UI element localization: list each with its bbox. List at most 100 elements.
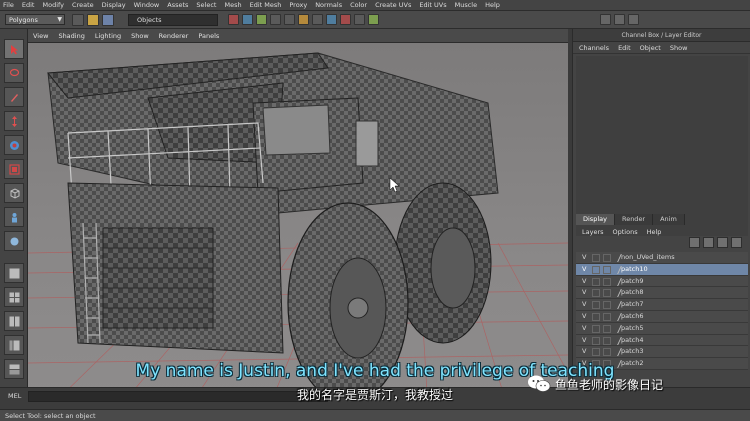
playback-toggle[interactable]	[592, 254, 600, 262]
menu-muscle[interactable]: Muscle	[455, 0, 478, 11]
ipr-render-icon[interactable]	[354, 14, 365, 25]
visibility-toggle[interactable]: V	[582, 323, 586, 334]
menu-edit-uvs[interactable]: Edit UVs	[419, 0, 446, 11]
menu-file[interactable]: File	[3, 0, 14, 11]
playback-toggle[interactable]	[592, 289, 600, 298]
move-tool-button[interactable]	[4, 111, 24, 131]
visibility-toggle[interactable]: V	[582, 264, 586, 275]
save-scene-icon[interactable]	[102, 14, 114, 26]
layer-menu-layers[interactable]: Layers	[582, 228, 604, 236]
display-type-toggle[interactable]	[603, 289, 611, 298]
viewport-menu-shading[interactable]: Shading	[58, 32, 84, 40]
visibility-toggle[interactable]: V	[582, 276, 586, 287]
channel-menu-channels[interactable]: Channels	[579, 44, 609, 52]
viewport-menu-view[interactable]: View	[33, 32, 48, 40]
display-type-toggle[interactable]	[603, 301, 611, 310]
command-language-label[interactable]: MEL	[8, 392, 21, 400]
select-by-component-icon[interactable]	[256, 14, 267, 25]
toggle-tool-settings-icon[interactable]	[614, 14, 625, 25]
channel-menu-object[interactable]: Object	[640, 44, 661, 52]
side-by-side-layout-button[interactable]	[4, 311, 24, 331]
display-type-toggle[interactable]	[603, 312, 611, 321]
visibility-toggle[interactable]: V	[582, 346, 586, 357]
visibility-toggle[interactable]: V	[582, 287, 586, 298]
tab-anim[interactable]: Anim	[653, 214, 685, 225]
lasso-tool-button[interactable]	[4, 63, 24, 83]
menu-select[interactable]: Select	[196, 0, 216, 11]
toggle-channel-box-icon[interactable]	[628, 14, 639, 25]
layer-row[interactable]: V patch4	[576, 334, 748, 347]
viewport-menu-renderer[interactable]: Renderer	[159, 32, 189, 40]
menu-help[interactable]: Help	[485, 0, 500, 11]
viewport-menu-show[interactable]: Show	[131, 32, 149, 40]
select-by-object-icon[interactable]	[242, 14, 253, 25]
playback-toggle[interactable]	[592, 265, 600, 274]
menu-display[interactable]: Display	[102, 0, 126, 11]
graph-layout-button[interactable]	[4, 359, 24, 379]
display-type-toggle[interactable]	[603, 324, 611, 333]
menu-proxy[interactable]: Proxy	[289, 0, 307, 11]
playback-toggle[interactable]	[592, 336, 600, 345]
select-by-hierarchy-icon[interactable]	[228, 14, 239, 25]
new-layer-selected-icon[interactable]	[731, 237, 742, 248]
menu-modify[interactable]: Modify	[42, 0, 64, 11]
display-type-toggle[interactable]	[603, 277, 611, 286]
soft-mod-tool-button[interactable]	[4, 231, 24, 251]
layer-row[interactable]: V patch8	[576, 287, 748, 300]
visibility-toggle[interactable]: V	[582, 252, 586, 263]
menu-normals[interactable]: Normals	[315, 0, 342, 11]
render-icon[interactable]	[340, 14, 351, 25]
playback-toggle[interactable]	[592, 348, 600, 357]
tab-render[interactable]: Render	[614, 214, 654, 225]
snap-point-icon[interactable]	[298, 14, 309, 25]
rotate-tool-button[interactable]	[4, 135, 24, 155]
menu-edit-mesh[interactable]: Edit Mesh	[250, 0, 282, 11]
playback-toggle[interactable]	[592, 301, 600, 310]
single-view-layout-button[interactable]	[4, 263, 24, 283]
layer-menu-help[interactable]: Help	[647, 228, 662, 236]
layer-row[interactable]: V patch3	[576, 346, 748, 359]
visibility-toggle[interactable]: V	[582, 335, 586, 346]
display-type-toggle[interactable]	[603, 336, 611, 345]
last-tool-button[interactable]	[4, 207, 24, 227]
viewport-menu-lighting[interactable]: Lighting	[95, 32, 121, 40]
layer-menu-options[interactable]: Options	[613, 228, 638, 236]
menu-create[interactable]: Create	[72, 0, 94, 11]
four-view-layout-button[interactable]	[4, 287, 24, 307]
move-layer-up-icon[interactable]	[689, 237, 700, 248]
playback-toggle[interactable]	[592, 312, 600, 321]
3d-viewport[interactable]	[28, 43, 568, 409]
layer-row[interactable]: V patch7	[576, 299, 748, 311]
snap-plane-icon[interactable]	[312, 14, 323, 25]
layer-row[interactable]: V patch9	[576, 275, 748, 288]
menu-color[interactable]: Color	[350, 0, 367, 11]
select-tool-button[interactable]	[4, 39, 24, 59]
open-scene-icon[interactable]	[87, 14, 99, 26]
layer-row[interactable]: V patch6	[576, 310, 748, 323]
outliner-layout-button[interactable]	[4, 335, 24, 355]
display-type-toggle[interactable]	[603, 265, 611, 274]
tab-display[interactable]: Display	[576, 214, 615, 225]
selection-mask-field[interactable]: Objects	[128, 14, 218, 26]
channel-menu-edit[interactable]: Edit	[618, 44, 631, 52]
manipulator-tool-button[interactable]	[4, 183, 24, 203]
menu-assets[interactable]: Assets	[167, 0, 188, 11]
viewport-menu-panels[interactable]: Panels	[198, 32, 219, 40]
visibility-toggle[interactable]: V	[582, 299, 586, 310]
menu-set-dropdown[interactable]: Polygons ▼	[5, 14, 65, 25]
paint-select-tool-button[interactable]	[4, 87, 24, 107]
display-type-toggle[interactable]	[603, 348, 611, 357]
render-settings-icon[interactable]	[368, 14, 379, 25]
display-type-toggle[interactable]	[603, 254, 611, 262]
menu-create-uvs[interactable]: Create UVs	[375, 0, 411, 11]
playback-toggle[interactable]	[592, 277, 600, 286]
menu-edit[interactable]: Edit	[22, 0, 35, 11]
layer-row[interactable]: V non_UVed_items	[576, 252, 748, 264]
move-layer-down-icon[interactable]	[703, 237, 714, 248]
playback-toggle[interactable]	[592, 324, 600, 333]
scale-tool-button[interactable]	[4, 159, 24, 179]
snap-grid-icon[interactable]	[270, 14, 281, 25]
menu-window[interactable]: Window	[134, 0, 160, 11]
new-scene-icon[interactable]	[72, 14, 84, 26]
toggle-attribute-editor-icon[interactable]	[600, 14, 611, 25]
